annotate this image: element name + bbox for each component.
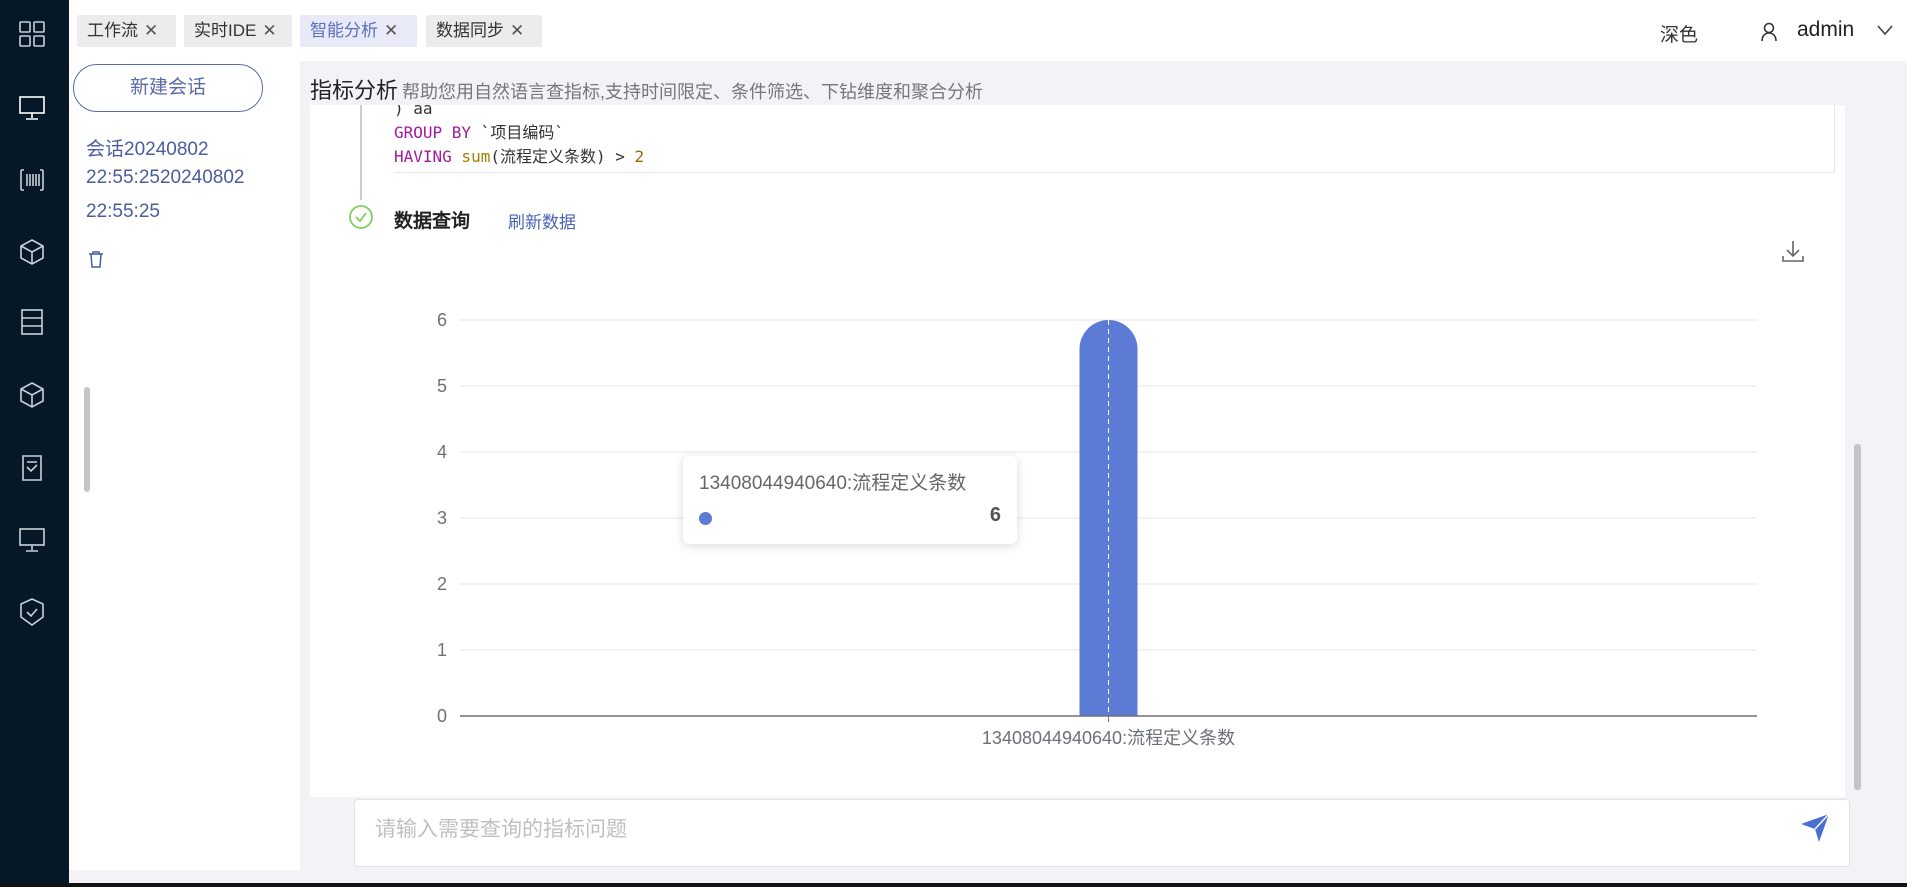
code-line: GROUP BY `项目编码` (394, 121, 1834, 145)
document-check-icon[interactable] (17, 453, 47, 483)
code-line: HAVING sum(流程定义条数) > 2 (394, 145, 1834, 169)
close-icon[interactable]: ✕ (262, 21, 276, 40)
sql-code-block: ) aa GROUP BY `项目编码` HAVING sum(流程定义条数) … (394, 105, 1835, 173)
send-icon[interactable] (1798, 810, 1832, 849)
barcode-icon[interactable] (17, 165, 47, 195)
close-icon[interactable]: ✕ (384, 21, 398, 40)
tab-realtime-ide[interactable]: 实时IDE ✕ (184, 15, 292, 47)
tab-label: 工作流 (87, 21, 138, 40)
code-function: sum (451, 147, 491, 166)
nav-sidebar (0, 0, 69, 887)
check-circle-icon (348, 204, 374, 235)
code-number: 2 (634, 147, 645, 166)
code-text: (流程定义条数) > (490, 147, 635, 166)
main-scrollbar[interactable] (1854, 444, 1861, 790)
query-title: 数据查询 (394, 211, 471, 232)
session-scrollbar[interactable] (84, 387, 90, 492)
page-title: 指标分析 帮助您用自然语言查指标,支持时间限定、条件筛选、下钻维度和聚合分析 (310, 73, 983, 105)
series-dot (699, 512, 712, 525)
page-subtitle: 帮助您用自然语言查指标,支持时间限定、条件筛选、下钻维度和聚合分析 (402, 82, 984, 102)
shield-check-icon[interactable] (17, 597, 47, 627)
tab-workflow[interactable]: 工作流 ✕ (77, 15, 176, 47)
session-item-line[interactable]: 22:55:25 (86, 201, 160, 223)
tooltip-value: 6 (989, 504, 1001, 526)
tab-smart-analysis[interactable]: 智能分析 ✕ (300, 15, 417, 47)
monitor-icon[interactable] (17, 92, 47, 122)
tab-label: 实时IDE (194, 21, 257, 40)
timeline-line (360, 105, 362, 200)
chart-tooltip: 13408044940640:流程定义条数 6 (683, 456, 1017, 544)
tab-data-sync[interactable]: 数据同步 ✕ (426, 15, 542, 47)
user-name[interactable]: admin (1797, 18, 1854, 42)
tab-label: 数据同步 (436, 21, 504, 40)
box-icon[interactable] (17, 380, 47, 410)
session-item-line[interactable]: 22:55:2520240802 (86, 167, 245, 189)
code-text: `项目编码` (471, 123, 564, 142)
desktop-icon[interactable] (17, 524, 47, 554)
apps-grid-icon[interactable] (17, 19, 47, 49)
cube-icon[interactable] (17, 237, 47, 267)
refresh-data-link[interactable]: 刷新数据 (508, 208, 576, 233)
code-keyword: HAVING (394, 147, 452, 166)
taskbar-strip (0, 883, 1907, 887)
session-item[interactable]: 会话20240802 (86, 134, 209, 161)
download-icon[interactable] (1780, 238, 1806, 269)
question-input-box (354, 799, 1850, 867)
user-icon (1760, 22, 1778, 47)
chevron-down-icon[interactable] (1876, 20, 1894, 41)
code-line: ) aa (394, 105, 433, 118)
code-keyword: GROUP BY (394, 123, 472, 142)
page-title-text: 指标分析 (310, 78, 399, 103)
close-icon[interactable]: ✕ (510, 21, 524, 40)
question-input[interactable] (375, 818, 1755, 842)
new-session-button[interactable]: 新建会话 (73, 64, 263, 112)
theme-toggle[interactable]: 深色 (1660, 20, 1698, 47)
trash-icon[interactable] (88, 250, 104, 273)
tooltip-title: 13408044940640:流程定义条数 (699, 473, 967, 494)
close-icon[interactable]: ✕ (144, 21, 158, 40)
server-icon[interactable] (17, 307, 47, 337)
tab-label: 智能分析 (310, 21, 378, 40)
